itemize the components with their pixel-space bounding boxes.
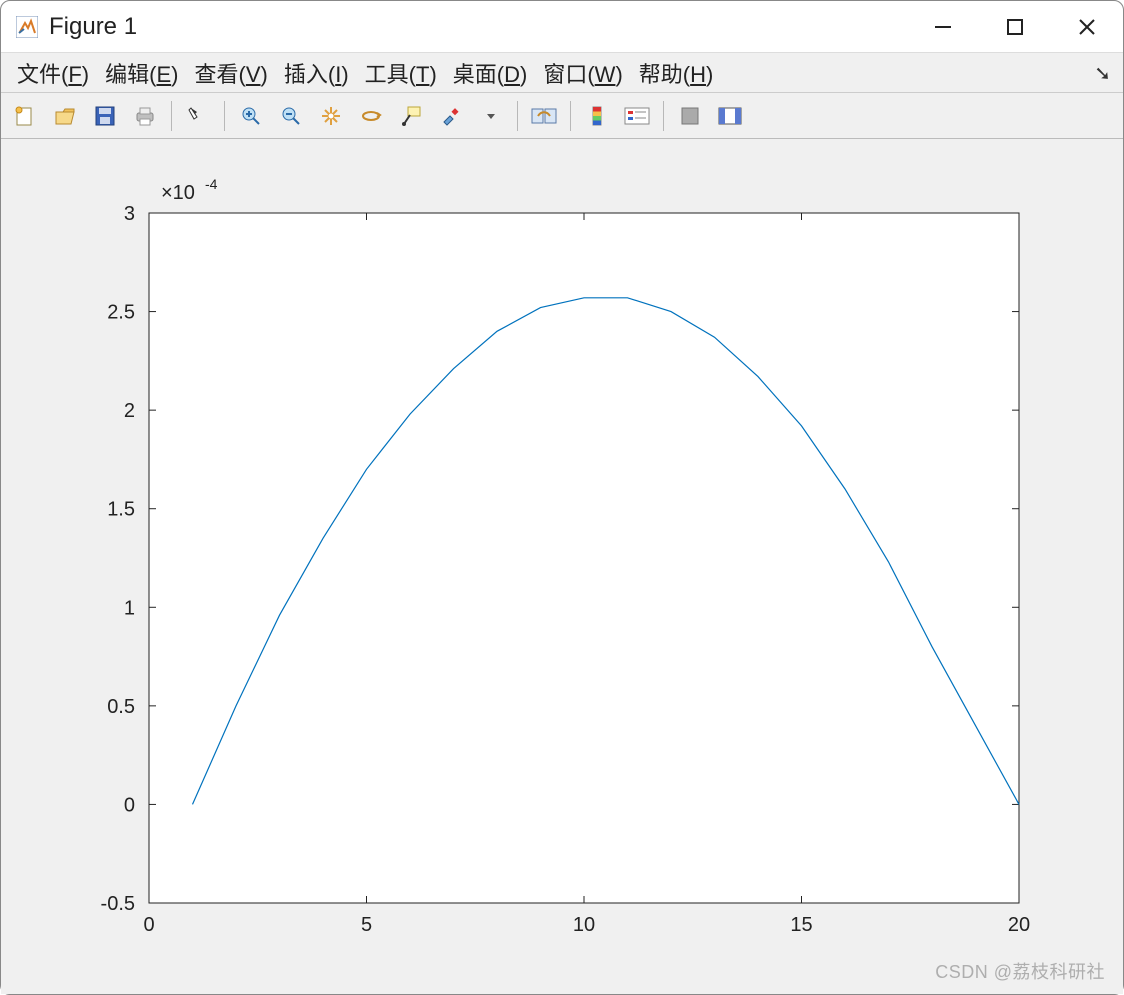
figure-window: Figure 1 文件(F) 编辑(E) 查看(V) 插入(I) 工具(T) 桌… (0, 0, 1124, 995)
svg-text:×10: ×10 (161, 182, 195, 204)
zoom-out-button[interactable] (273, 98, 309, 134)
titlebar: Figure 1 (1, 1, 1123, 53)
dock-arrow-icon[interactable]: ➘ (1094, 61, 1111, 86)
plot-area: -0.500.511.522.5305101520×10-4 CSDN @荔枝科… (1, 139, 1123, 994)
svg-text:10: 10 (573, 914, 595, 936)
svg-text:1.5: 1.5 (107, 499, 135, 521)
svg-text:2: 2 (124, 400, 135, 422)
legend-button[interactable] (619, 98, 655, 134)
toolbar-separator (171, 101, 172, 131)
hide-plot-tools-button[interactable] (672, 98, 708, 134)
pan-button[interactable] (313, 98, 349, 134)
link-plot-button[interactable] (526, 98, 562, 134)
menu-insert[interactable]: 插入(I) (284, 57, 349, 89)
svg-text:0.5: 0.5 (107, 696, 135, 718)
svg-text:1: 1 (124, 597, 135, 619)
print-button[interactable] (127, 98, 163, 134)
brush-button[interactable] (433, 98, 469, 134)
svg-text:20: 20 (1008, 914, 1030, 936)
toolbar-separator (224, 101, 225, 131)
edit-plot-button[interactable] (180, 98, 216, 134)
svg-text:2.5: 2.5 (107, 302, 135, 324)
svg-text:5: 5 (361, 914, 372, 936)
menu-desktop[interactable]: 桌面(D) (453, 57, 528, 89)
menu-view[interactable]: 查看(V) (194, 57, 267, 89)
zoom-in-button[interactable] (233, 98, 269, 134)
toolbar-separator (570, 101, 571, 131)
colorbar-button[interactable] (579, 98, 615, 134)
svg-text:0: 0 (143, 914, 154, 936)
menu-file[interactable]: 文件(F) (17, 57, 89, 89)
toolbar-separator (517, 101, 518, 131)
menu-edit[interactable]: 编辑(E) (105, 57, 178, 89)
svg-text:0: 0 (124, 794, 135, 816)
window-title: Figure 1 (49, 13, 137, 41)
menu-tools[interactable]: 工具(T) (365, 57, 437, 89)
svg-text:15: 15 (790, 914, 812, 936)
svg-text:3: 3 (124, 203, 135, 225)
close-button[interactable] (1051, 1, 1123, 52)
data-cursor-button[interactable] (393, 98, 429, 134)
open-button[interactable] (47, 98, 83, 134)
axes[interactable]: -0.5 0 0.5 1 1.5 2 2.5 3 0 5 10 15 20 ×10 -4 (9, 143, 1109, 973)
maximize-button[interactable] (979, 1, 1051, 52)
menu-help[interactable]: 帮助(H) (639, 57, 714, 89)
rotate3d-button[interactable] (353, 98, 389, 134)
toolbar-separator (663, 101, 664, 131)
svg-text:-0.5: -0.5 (101, 893, 135, 915)
save-button[interactable] (87, 98, 123, 134)
svg-text:-4: -4 (205, 176, 218, 192)
window-controls (907, 1, 1123, 52)
minimize-button[interactable] (907, 1, 979, 52)
brush-dropdown[interactable] (473, 98, 509, 134)
figure-canvas: -0.5 0 0.5 1 1.5 2 2.5 3 0 5 10 15 20 ×10 -4 (9, 143, 1115, 986)
menu-window[interactable]: 窗口(W) (543, 57, 622, 89)
new-figure-button[interactable] (7, 98, 43, 134)
show-plot-tools-button[interactable] (712, 98, 748, 134)
menubar: 文件(F) 编辑(E) 查看(V) 插入(I) 工具(T) 桌面(D) 窗口(W… (1, 53, 1123, 93)
matlab-icon (15, 15, 39, 39)
toolbar (1, 93, 1123, 139)
